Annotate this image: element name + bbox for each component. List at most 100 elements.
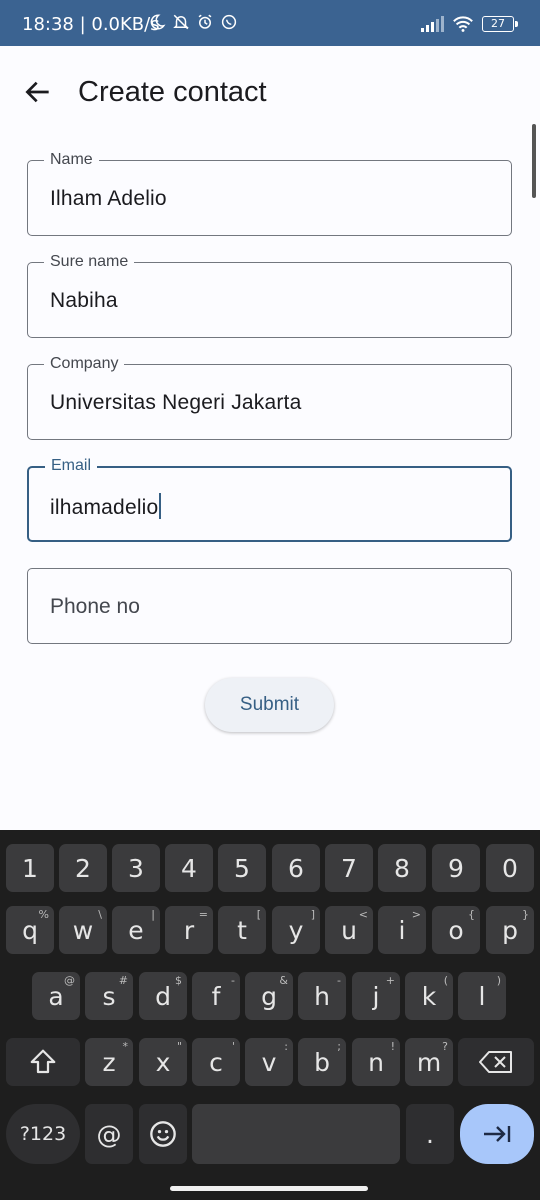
page-title: Create contact <box>78 76 267 108</box>
key-n-label: n <box>368 1047 384 1077</box>
key-0[interactable]: 0 <box>486 844 534 892</box>
space-key[interactable] <box>192 1104 400 1164</box>
key-y[interactable]: y] <box>272 906 320 954</box>
key-x[interactable]: x " <box>139 1038 187 1086</box>
key-7[interactable]: 7 <box>325 844 373 892</box>
key-e[interactable]: e | <box>112 906 160 954</box>
key-s[interactable]: s # <box>85 972 133 1020</box>
key-n[interactable]: n! <box>352 1038 400 1086</box>
key-c-label: c <box>209 1047 223 1077</box>
key-z[interactable]: z * <box>85 1038 133 1086</box>
key-y-label: y <box>288 915 304 945</box>
key-f[interactable]: f- <box>192 972 240 1020</box>
key-q[interactable]: q% <box>6 906 54 954</box>
key-w-label: w <box>72 915 94 945</box>
email-field[interactable]: Email ilhamadelio <box>27 457 512 542</box>
key-f-label: f <box>211 981 221 1011</box>
key-b[interactable]: b; <box>298 1038 346 1086</box>
key-a[interactable]: a @ <box>32 972 80 1020</box>
key-p[interactable]: p} <box>486 906 534 954</box>
key-2[interactable]: 2 <box>59 844 107 892</box>
backspace-key[interactable] <box>458 1038 534 1086</box>
key-8[interactable]: 8 <box>378 844 426 892</box>
key-o-hint: { <box>468 908 475 921</box>
key-g[interactable]: g & <box>245 972 293 1020</box>
key-i[interactable]: i > <box>378 906 426 954</box>
surename-label: Sure name <box>44 253 135 271</box>
back-arrow-icon[interactable] <box>22 76 54 108</box>
shift-key[interactable] <box>6 1038 80 1086</box>
key-s-hint: # <box>118 974 128 987</box>
key-m[interactable]: m? <box>405 1038 453 1086</box>
key-b-hint: ; <box>337 1040 341 1053</box>
gesture-bar[interactable] <box>170 1186 368 1191</box>
company-field[interactable]: Company Universitas Negeri Jakarta <box>27 355 512 440</box>
alarm-icon <box>198 14 212 29</box>
key-1[interactable]: 1 <box>6 844 54 892</box>
name-label: Name <box>44 151 99 169</box>
key-z-label: z <box>102 1047 116 1077</box>
at-key[interactable]: @ <box>85 1104 133 1164</box>
key-h-label: h <box>314 981 330 1011</box>
key-v[interactable]: v: <box>245 1038 293 1086</box>
battery-icon: 27 <box>482 16 518 32</box>
key-4[interactable]: 4 <box>165 844 213 892</box>
key-g-label: g <box>261 981 277 1011</box>
key-j-label: j <box>372 981 380 1011</box>
scrollbar[interactable] <box>532 124 536 198</box>
key-j[interactable]: j + <box>352 972 400 1020</box>
key-h[interactable]: h- <box>298 972 346 1020</box>
key-6[interactable]: 6 <box>272 844 320 892</box>
email-label: Email <box>45 457 98 475</box>
status-bar: 18:38 | 0.0KB/s 27 <box>0 0 540 46</box>
key-b-label: b <box>314 1047 330 1077</box>
signal-icon <box>421 16 444 32</box>
symbols-key[interactable]: ?123 <box>6 1104 80 1164</box>
whatsapp-icon <box>221 14 237 30</box>
key-o[interactable]: o{ <box>432 906 480 954</box>
key-k-hint: ( <box>443 974 448 987</box>
wifi-icon <box>453 16 473 32</box>
key-x-hint: " <box>176 1040 182 1053</box>
key-c-hint: ' <box>231 1040 235 1053</box>
emoji-key[interactable] <box>139 1104 187 1164</box>
key-e-hint: | <box>151 908 155 921</box>
key-l-label: l <box>478 981 486 1011</box>
key-y-hint: ] <box>310 908 315 921</box>
name-field[interactable]: Name Ilham Adelio <box>27 151 512 236</box>
key-j-hint: + <box>385 974 395 987</box>
bell-off-icon <box>173 14 189 30</box>
moon-icon <box>150 14 166 30</box>
key-x-label: x <box>155 1047 171 1077</box>
submit-button[interactable]: Submit <box>205 678 334 732</box>
key-d[interactable]: d $ <box>139 972 187 1020</box>
key-s-label: s <box>102 981 116 1011</box>
key-9[interactable]: 9 <box>432 844 480 892</box>
keyboard: 1 2 3 4 5 6 7 8 9 0 q% w \ e | r = t[ y] u <… <box>0 830 540 1200</box>
key-t[interactable]: t[ <box>218 906 266 954</box>
company-label: Company <box>44 355 125 373</box>
key-k-label: k <box>421 981 437 1011</box>
key-p-label: p <box>502 915 518 945</box>
key-c[interactable]: c ' <box>192 1038 240 1086</box>
key-3[interactable]: 3 <box>112 844 160 892</box>
key-w[interactable]: w \ <box>59 906 107 954</box>
period-key[interactable]: . <box>406 1104 454 1164</box>
phone-field[interactable]: Phone no <box>27 568 512 644</box>
key-k[interactable]: k( <box>405 972 453 1020</box>
key-u-hint: < <box>358 908 368 921</box>
status-time-speed: 18:38 | 0.0KB/s <box>22 14 160 35</box>
status-icons-right: 27 <box>420 15 518 33</box>
key-t-hint: [ <box>256 908 261 921</box>
key-i-label: i <box>398 915 406 945</box>
key-r[interactable]: r = <box>165 906 213 954</box>
key-l[interactable]: l) <box>458 972 506 1020</box>
next-key[interactable] <box>460 1104 534 1164</box>
surename-field[interactable]: Sure name Nabiha <box>27 253 512 338</box>
key-h-hint: - <box>337 974 341 987</box>
key-u[interactable]: u < <box>325 906 373 954</box>
key-a-hint: @ <box>64 974 75 987</box>
status-icons-left <box>148 13 238 31</box>
key-m-label: m <box>416 1047 442 1077</box>
key-5[interactable]: 5 <box>218 844 266 892</box>
